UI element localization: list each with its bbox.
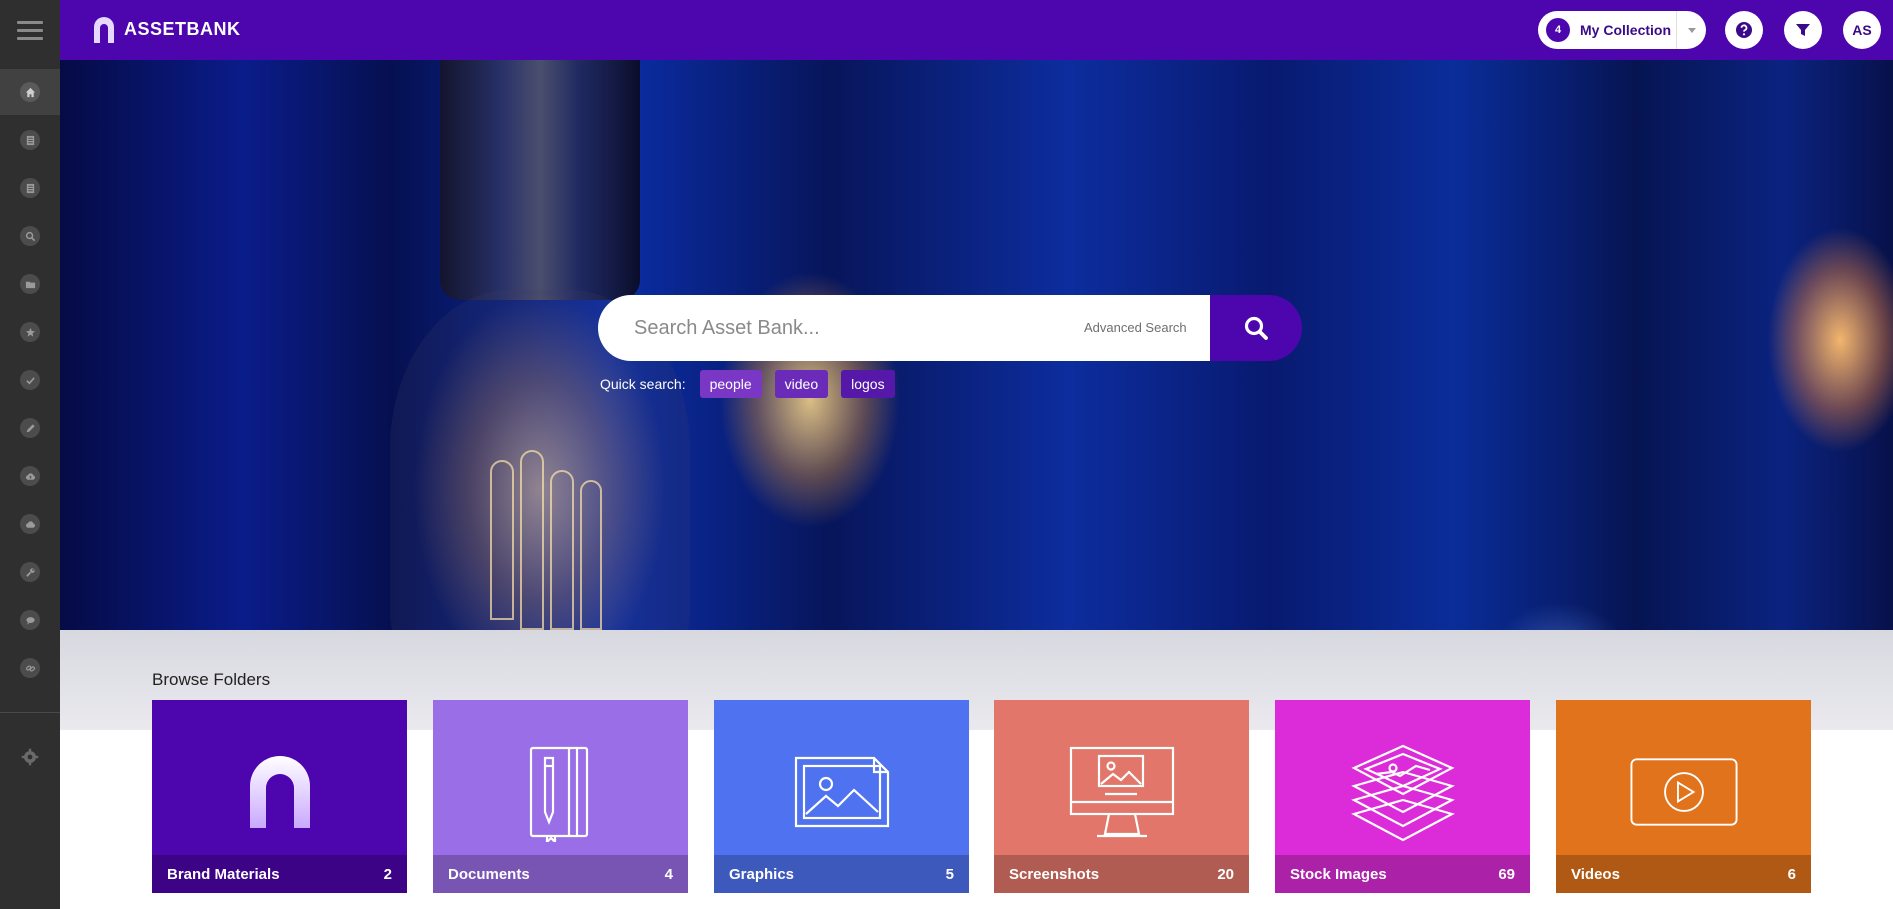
sidebar-item-upload[interactable] bbox=[0, 453, 60, 499]
sidebar bbox=[0, 0, 60, 909]
folder-count: 6 bbox=[1787, 865, 1796, 883]
hero-filament bbox=[520, 450, 544, 630]
filter-button[interactable] bbox=[1784, 11, 1822, 49]
user-avatar[interactable]: AS bbox=[1843, 11, 1881, 49]
quick-search-tag-logos[interactable]: logos bbox=[841, 370, 895, 398]
collection-label: My Collection bbox=[1580, 22, 1672, 38]
layered-images-icon bbox=[1347, 742, 1459, 842]
document-list-icon bbox=[20, 178, 40, 198]
app-name: ASSETBANK bbox=[124, 19, 241, 39]
folder-label: Screenshots bbox=[1009, 865, 1100, 883]
folder-footer: Documents 4 bbox=[433, 855, 688, 893]
top-bar: ASSETBANK 4 My Collection AS bbox=[60, 0, 1893, 60]
folder-count: 20 bbox=[1217, 865, 1234, 883]
quick-search: Quick search: people video logos bbox=[600, 370, 908, 398]
folder-footer: Brand Materials 2 bbox=[152, 855, 407, 893]
menu-icon[interactable] bbox=[17, 20, 43, 40]
folder-tile-brand-materials[interactable]: Brand Materials 2 bbox=[152, 700, 407, 893]
folder-tile-screenshots[interactable]: Screenshots 20 bbox=[994, 700, 1249, 893]
quick-search-label: Quick search: bbox=[600, 376, 686, 392]
sidebar-item-list-2[interactable] bbox=[0, 165, 60, 211]
collection-dropdown[interactable] bbox=[1676, 11, 1706, 49]
assetbank-logo-icon bbox=[94, 17, 114, 43]
sidebar-item-tools[interactable] bbox=[0, 549, 60, 595]
folder-tile-graphics[interactable]: Graphics 5 bbox=[714, 700, 969, 893]
star-icon bbox=[20, 322, 40, 342]
sidebar-item-search[interactable] bbox=[0, 213, 60, 259]
folder-label: Graphics bbox=[729, 865, 795, 883]
folder-count: 2 bbox=[383, 865, 392, 883]
folder-label: Videos bbox=[1571, 865, 1620, 883]
sidebar-item-list-1[interactable] bbox=[0, 117, 60, 163]
filter-icon bbox=[1796, 24, 1810, 36]
folder-count: 5 bbox=[945, 865, 954, 883]
folder-footer: Screenshots 20 bbox=[994, 855, 1249, 893]
cloud-upload-icon bbox=[20, 466, 40, 486]
folder-tile-stock-images[interactable]: Stock Images 69 bbox=[1275, 700, 1530, 893]
cloud-icon bbox=[20, 514, 40, 534]
avatar-initials: AS bbox=[1852, 22, 1872, 38]
gear-icon bbox=[20, 747, 40, 767]
monitor-image-icon bbox=[1066, 742, 1178, 842]
check-icon bbox=[20, 370, 40, 390]
folder-label: Stock Images bbox=[1290, 865, 1387, 883]
folder-footer: Videos 6 bbox=[1556, 855, 1811, 893]
help-button[interactable] bbox=[1725, 11, 1763, 49]
search-icon bbox=[1244, 316, 1268, 340]
folder-tile-videos[interactable]: Videos 6 bbox=[1556, 700, 1811, 893]
notebook-pencil-icon bbox=[505, 742, 617, 842]
search-box: Advanced Search bbox=[598, 295, 1210, 361]
sidebar-item-edit[interactable] bbox=[0, 405, 60, 451]
pencil-icon bbox=[20, 418, 40, 438]
link-icon bbox=[20, 658, 40, 678]
sidebar-divider bbox=[0, 712, 60, 713]
quick-search-tag-video[interactable]: video bbox=[774, 370, 829, 398]
wrench-icon bbox=[20, 562, 40, 582]
hero-banner: Advanced Search Quick search: people vid… bbox=[60, 60, 1893, 630]
my-collection-button[interactable]: 4 My Collection bbox=[1538, 11, 1706, 49]
image-file-icon bbox=[786, 742, 898, 842]
folder-label: Brand Materials bbox=[167, 865, 280, 883]
assetbank-logo-icon bbox=[224, 742, 336, 842]
folder-icon bbox=[20, 274, 40, 294]
quick-search-tag-people[interactable]: people bbox=[699, 370, 762, 398]
sidebar-item-settings[interactable] bbox=[0, 734, 60, 780]
folder-footer: Stock Images 69 bbox=[1275, 855, 1530, 893]
browse-folders-title: Browse Folders bbox=[152, 670, 271, 689]
chevron-down-icon bbox=[1687, 27, 1696, 33]
folder-count: 69 bbox=[1498, 865, 1515, 883]
hero-filament bbox=[580, 480, 602, 630]
hero-bulb-neck bbox=[440, 60, 640, 300]
collection-count-badge: 4 bbox=[1546, 18, 1570, 42]
home-icon bbox=[20, 82, 40, 102]
chat-icon bbox=[20, 610, 40, 630]
sidebar-item-home[interactable] bbox=[0, 69, 60, 115]
search-button[interactable] bbox=[1210, 295, 1302, 361]
sidebar-item-folder[interactable] bbox=[0, 261, 60, 307]
hero-filament bbox=[490, 460, 514, 620]
folder-footer: Graphics 5 bbox=[714, 855, 969, 893]
search-input[interactable] bbox=[634, 313, 1034, 343]
sidebar-item-links[interactable] bbox=[0, 645, 60, 691]
sidebar-item-cloud[interactable] bbox=[0, 501, 60, 547]
folder-tile-documents[interactable]: Documents 4 bbox=[433, 700, 688, 893]
sidebar-item-approvals[interactable] bbox=[0, 357, 60, 403]
document-list-icon bbox=[20, 130, 40, 150]
folder-count: 4 bbox=[664, 865, 673, 883]
advanced-search-link[interactable]: Advanced Search bbox=[1084, 320, 1187, 335]
hero-filament bbox=[550, 470, 574, 630]
sidebar-item-favorites[interactable] bbox=[0, 309, 60, 355]
sidebar-item-comments[interactable] bbox=[0, 597, 60, 643]
folder-label: Documents bbox=[448, 865, 530, 883]
logo[interactable]: ASSETBANK bbox=[92, 16, 241, 43]
video-play-icon bbox=[1628, 742, 1740, 842]
search-icon bbox=[20, 226, 40, 246]
question-icon bbox=[1736, 22, 1752, 38]
search-bar: Advanced Search bbox=[598, 295, 1302, 361]
